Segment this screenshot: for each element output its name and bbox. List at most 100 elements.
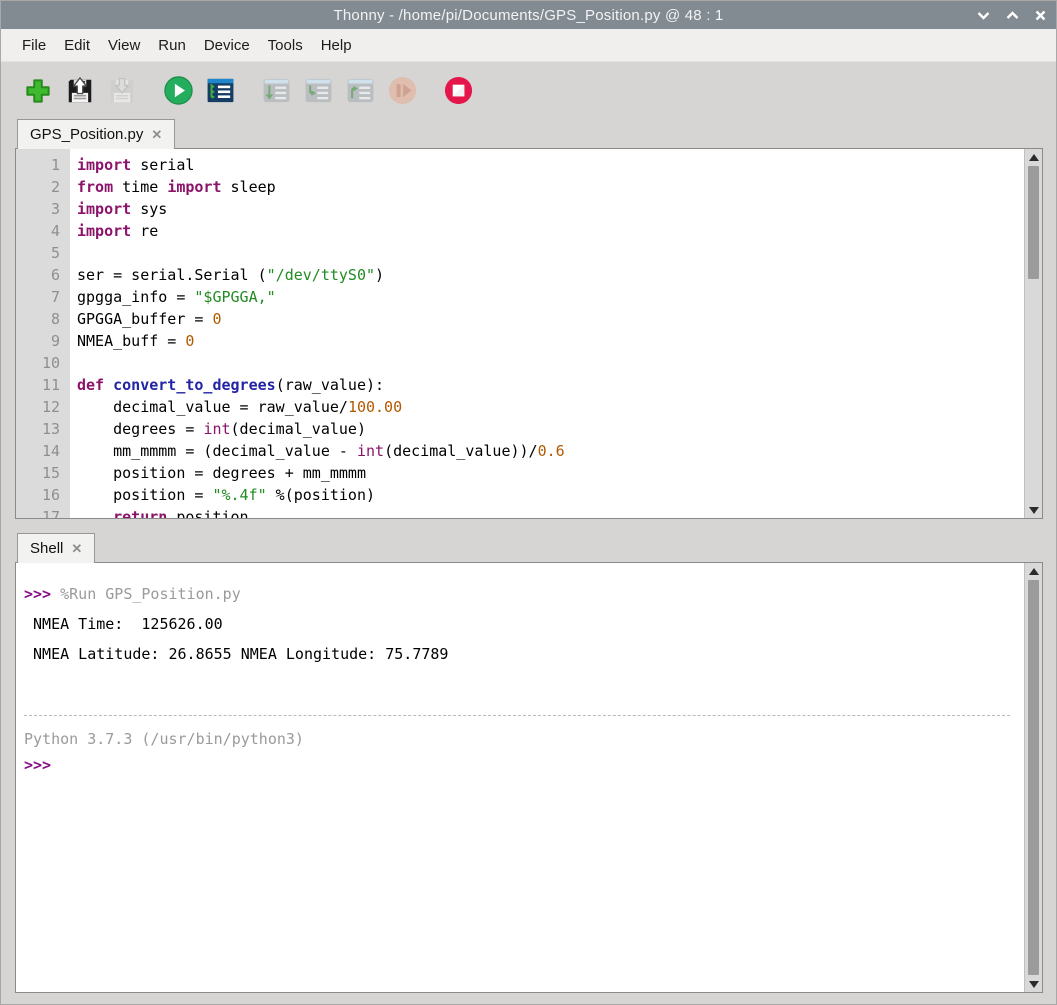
menu-item-file[interactable]: File	[13, 33, 55, 58]
code-line[interactable]: position = "%.4f" %(position)	[77, 484, 1024, 506]
code-area[interactable]: import serialfrom time import sleepimpor…	[70, 149, 1024, 518]
load-file-icon	[65, 76, 95, 106]
menu-item-view[interactable]: View	[99, 33, 149, 58]
code-line[interactable]: gpgga_info = "$GPGGA,"	[77, 286, 1024, 308]
editor-tab-label: GPS_Position.py	[30, 126, 143, 143]
scroll-up-arrow-icon[interactable]	[1025, 563, 1043, 579]
step-out-button	[343, 74, 377, 108]
thonny-window: Thonny - /home/pi/Documents/GPS_Position…	[0, 0, 1057, 1005]
code-line[interactable]	[77, 242, 1024, 264]
line-number: 5	[16, 242, 70, 264]
save-file-button	[105, 74, 139, 108]
code-line[interactable]: import re	[77, 220, 1024, 242]
debug-script-button[interactable]	[203, 74, 237, 108]
window-title: Thonny - /home/pi/Documents/GPS_Position…	[334, 7, 724, 24]
run-script-icon	[163, 75, 194, 106]
menu-item-edit[interactable]: Edit	[55, 33, 99, 58]
shell-line: NMEA Time: 125626.00	[24, 609, 1024, 639]
menu-item-run[interactable]: Run	[149, 33, 195, 58]
code-line[interactable]: mm_mmmm = (decimal_value - int(decimal_v…	[77, 440, 1024, 462]
code-line[interactable]: ser = serial.Serial ("/dev/ttyS0")	[77, 264, 1024, 286]
line-number: 9	[16, 330, 70, 352]
line-number: 8	[16, 308, 70, 330]
line-number: 15	[16, 462, 70, 484]
close-button[interactable]	[1035, 10, 1046, 21]
tab-gps-position[interactable]: GPS_Position.py ✕	[17, 119, 175, 149]
step-over-icon	[261, 75, 292, 106]
line-number-gutter: 1234567891011121314151617	[16, 149, 70, 518]
code-line[interactable]: position = degrees + mm_mmmm	[77, 462, 1024, 484]
scroll-down-arrow-icon[interactable]	[1025, 502, 1043, 518]
stop-restart-icon	[443, 75, 474, 106]
run-script-button[interactable]	[161, 74, 195, 108]
code-line[interactable]: import serial	[77, 154, 1024, 176]
line-number: 14	[16, 440, 70, 462]
line-number: 1	[16, 154, 70, 176]
menu-item-device[interactable]: Device	[195, 33, 259, 58]
chevron-down-icon	[977, 11, 990, 20]
minimize-button[interactable]	[977, 11, 990, 20]
code-line[interactable]: return position	[77, 506, 1024, 518]
bottom-strip	[1, 993, 1056, 1005]
scroll-up-arrow-icon[interactable]	[1025, 149, 1043, 165]
code-line[interactable]: decimal_value = raw_value/100.00	[77, 396, 1024, 418]
line-number: 7	[16, 286, 70, 308]
close-icon	[1035, 10, 1046, 21]
shell-scrollbar[interactable]	[1024, 563, 1042, 992]
shell-line: Python 3.7.3 (/usr/bin/python3)	[24, 726, 1024, 752]
step-out-icon	[345, 75, 376, 106]
code-line[interactable]: def convert_to_degrees(raw_value):	[77, 374, 1024, 396]
shell-line: >>> %Run GPS_Position.py	[24, 579, 1024, 609]
line-number: 11	[16, 374, 70, 396]
code-line[interactable]: NMEA_buff = 0	[77, 330, 1024, 352]
line-number: 13	[16, 418, 70, 440]
shell-tabstrip: Shell ✕	[1, 533, 1056, 563]
menu-item-help[interactable]: Help	[312, 33, 361, 58]
editor-tabstrip: GPS_Position.py ✕	[1, 119, 1056, 149]
maximize-button[interactable]	[1006, 11, 1019, 20]
line-number: 16	[16, 484, 70, 506]
new-file-icon	[23, 76, 53, 106]
shell-line: NMEA Latitude: 26.8655 NMEA Longitude: 7…	[24, 639, 1024, 669]
line-number: 4	[16, 220, 70, 242]
code-line[interactable]: degrees = int(decimal_value)	[77, 418, 1024, 440]
line-number: 2	[16, 176, 70, 198]
toolbar	[1, 62, 1056, 119]
step-into-icon	[303, 75, 334, 106]
code-line[interactable]: GPGGA_buffer = 0	[77, 308, 1024, 330]
editor-panel: 1234567891011121314151617 import serialf…	[15, 148, 1043, 519]
editor-tab-close-icon[interactable]: ✕	[151, 127, 162, 143]
shell-tab-label: Shell	[30, 540, 63, 557]
save-file-icon	[107, 76, 137, 106]
resume-icon	[387, 75, 418, 106]
titlebar[interactable]: Thonny - /home/pi/Documents/GPS_Position…	[1, 1, 1056, 29]
tab-shell[interactable]: Shell ✕	[17, 533, 95, 563]
editor-scrollbar[interactable]	[1024, 149, 1042, 518]
debug-script-icon	[205, 75, 236, 106]
chevron-up-icon	[1006, 11, 1019, 20]
shell-tab-close-icon[interactable]: ✕	[71, 541, 82, 557]
shell-scrollbar-thumb[interactable]	[1028, 580, 1039, 975]
stop-restart-button[interactable]	[441, 74, 475, 108]
resume-button	[385, 74, 419, 108]
line-number: 10	[16, 352, 70, 374]
line-number: 12	[16, 396, 70, 418]
shell-line: >>>	[24, 752, 1024, 778]
step-over-button	[259, 74, 293, 108]
load-file-button[interactable]	[63, 74, 97, 108]
menubar: FileEditViewRunDeviceToolsHelp	[1, 29, 1056, 62]
step-into-button	[301, 74, 335, 108]
line-number: 3	[16, 198, 70, 220]
shell-panel: >>> %Run GPS_Position.py NMEA Time: 1256…	[15, 562, 1043, 993]
code-line[interactable]: import sys	[77, 198, 1024, 220]
code-line[interactable]	[77, 352, 1024, 374]
new-file-button[interactable]	[21, 74, 55, 108]
menu-item-tools[interactable]: Tools	[259, 33, 312, 58]
shell-content[interactable]: >>> %Run GPS_Position.py NMEA Time: 1256…	[16, 563, 1024, 992]
editor-scrollbar-thumb[interactable]	[1028, 166, 1039, 279]
line-number: 6	[16, 264, 70, 286]
line-number: 17	[16, 506, 70, 519]
code-line[interactable]: from time import sleep	[77, 176, 1024, 198]
scroll-down-arrow-icon[interactable]	[1025, 976, 1043, 992]
shell-separator	[24, 715, 1010, 716]
